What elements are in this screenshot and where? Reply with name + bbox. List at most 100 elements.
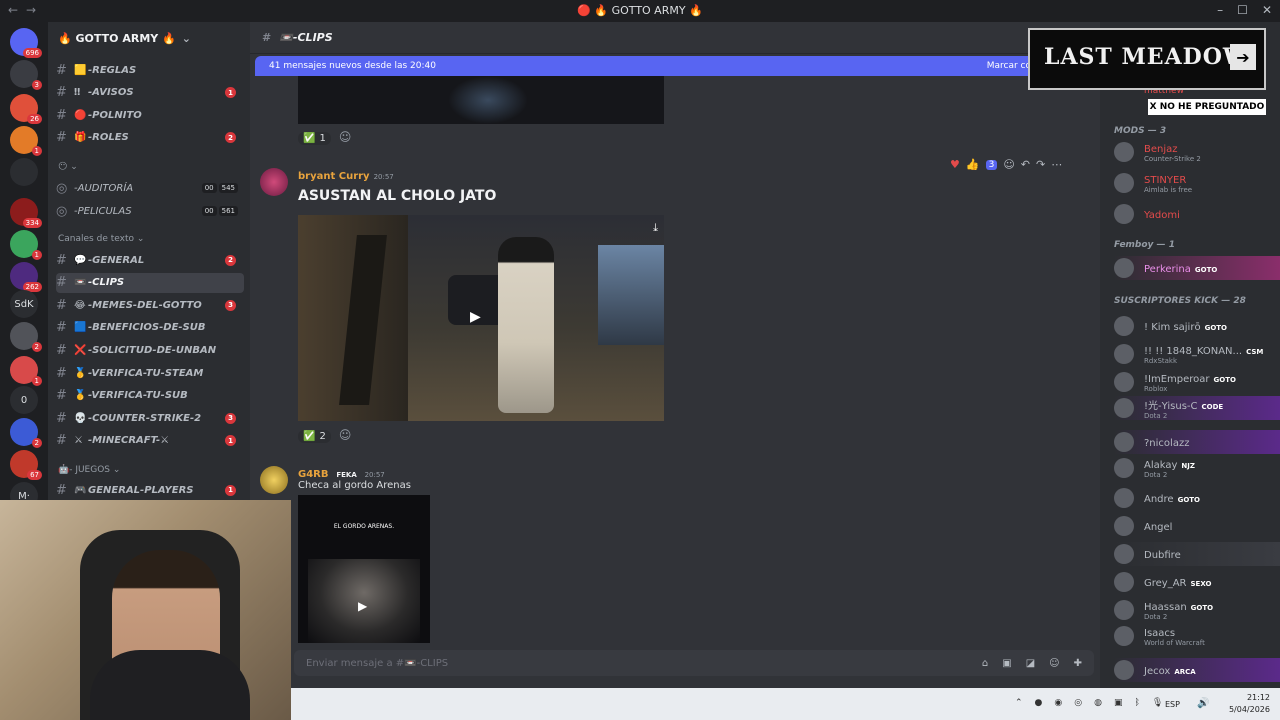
category-header[interactable]: Canales de texto ⌄: [58, 234, 144, 244]
voice-channel[interactable]: ◎ -AUDITORÍA 00 545: [56, 178, 244, 198]
member-item[interactable]: Alakay NJZ Dota 2: [1114, 456, 1280, 480]
member-item[interactable]: Jecox ARCA: [1114, 658, 1280, 682]
server-icon[interactable]: 1: [10, 356, 42, 386]
minimize-icon[interactable]: –: [1217, 3, 1223, 17]
avatar[interactable]: [260, 466, 288, 494]
reply-icon[interactable]: ↶: [1021, 158, 1030, 171]
emoji-icon[interactable]: ☺: [1049, 658, 1059, 669]
close-icon[interactable]: ✕: [1262, 3, 1272, 17]
member-item[interactable]: Grey_AR SEXO: [1114, 570, 1280, 594]
member-item[interactable]: Isaacs World of Warcraft: [1114, 624, 1280, 648]
tray-icon[interactable]: ◍: [1094, 698, 1102, 708]
sticker-icon[interactable]: ◪: [1026, 658, 1035, 669]
server-icon[interactable]: 67: [10, 450, 42, 480]
mark-read-button[interactable]: Marcar co: [987, 61, 1031, 71]
server-icon[interactable]: 2: [10, 322, 42, 352]
microphone-icon[interactable]: 🎙: [1152, 698, 1163, 708]
server-icon[interactable]: 696: [10, 28, 42, 58]
language-indicator[interactable]: ESP: [1165, 700, 1180, 709]
server-icon[interactable]: SdK: [10, 290, 38, 318]
member-name: Grey_AR: [1144, 578, 1187, 589]
chevron-up-icon[interactable]: ⌃: [1015, 698, 1023, 708]
server-icon[interactable]: 2: [10, 418, 42, 448]
message-input[interactable]: Enviar mensaje a #📼-CLIPS: [306, 658, 448, 669]
member-item[interactable]: STINYER Aimlab is free: [1114, 171, 1280, 195]
member-item[interactable]: !! !! 1848_KONAN... CSM RdxStakk: [1114, 342, 1280, 366]
category-header[interactable]: 😶 ⌄: [58, 162, 78, 172]
add-reaction-icon[interactable]: ☺: [339, 428, 352, 442]
member-item[interactable]: Perkerina GOTO: [1114, 256, 1280, 280]
volume-icon[interactable]: 🔊: [1197, 698, 1209, 709]
channel-item[interactable]: # 🥇 -VERIFICA-TU-STEAM: [56, 363, 244, 383]
maximize-icon[interactable]: ☐: [1237, 3, 1248, 17]
hash-icon: #: [56, 482, 67, 498]
member-item[interactable]: ?nicolazz: [1114, 430, 1280, 454]
reaction[interactable]: ✅ 2 ☺: [298, 428, 351, 443]
steam-icon[interactable]: ◎: [1074, 698, 1082, 708]
member-item[interactable]: Angel: [1114, 514, 1280, 538]
server-icon[interactable]: 0: [10, 386, 38, 414]
gift-icon[interactable]: ⌂: [982, 658, 988, 669]
add-reaction-icon[interactable]: ☺: [1003, 158, 1014, 171]
video-thumbnail[interactable]: [298, 76, 664, 124]
member-item[interactable]: Benjaz Counter-Strike 2: [1114, 140, 1280, 164]
window-controls[interactable]: – ☐ ✕: [1217, 3, 1272, 17]
play-icon[interactable]: ▶: [358, 599, 367, 613]
username[interactable]: G4RB: [298, 469, 329, 480]
server-icon[interactable]: 26: [10, 94, 42, 124]
member-item[interactable]: ! Kim sajirō GOTO: [1114, 314, 1280, 338]
clock[interactable]: 21:12 5/04/2026: [1229, 692, 1270, 716]
member-item[interactable]: !光-Yisus-C CODE Dota 2: [1114, 396, 1280, 420]
tray-icon[interactable]: ◉: [1054, 698, 1062, 708]
apps-icon[interactable]: ✚: [1074, 658, 1082, 669]
member-item[interactable]: Andre GOTO: [1114, 486, 1280, 510]
add-reaction-icon[interactable]: ☺: [339, 130, 352, 144]
server-icon[interactable]: 262: [10, 262, 42, 292]
tray-icon[interactable]: ▣: [1114, 698, 1123, 708]
more-icon[interactable]: ⋯: [1051, 158, 1062, 171]
channel-item[interactable]: # 😂 -MEMES-DEL-GOTTO 3: [56, 295, 244, 315]
server-icon[interactable]: 1: [10, 126, 42, 156]
channel-item[interactable]: # ⚔ -MINECRAFT-⚔ 1: [56, 431, 244, 451]
download-icon[interactable]: ⤓: [653, 221, 658, 235]
bluetooth-icon[interactable]: ᛒ: [1135, 698, 1140, 708]
server-icon[interactable]: [10, 158, 38, 186]
server-icon[interactable]: 334: [10, 198, 42, 228]
member-item[interactable]: Yadomi: [1114, 202, 1280, 226]
tray-icon[interactable]: ●: [1035, 698, 1043, 708]
channel-item[interactable]: # 💬 -GENERAL 2: [56, 250, 244, 270]
channel-item[interactable]: # 📼 -CLIPS: [56, 272, 244, 293]
forward-icon[interactable]: ↷: [1036, 158, 1045, 171]
new-messages-bar[interactable]: 41 mensajes nuevos desde las 20:40 Marcar…: [255, 56, 1045, 76]
chevron-down-icon: ⌄: [181, 31, 191, 45]
reaction[interactable]: ✅ 1 ☺: [298, 130, 351, 145]
channel-item[interactable]: # ‼ -AVISOS 1: [56, 83, 244, 103]
channel-item[interactable]: # 🎮 GENERAL-PLAYERS 1: [56, 480, 244, 500]
server-icon[interactable]: 1: [10, 230, 42, 260]
avatar[interactable]: [260, 168, 288, 196]
category-header[interactable]: 🤖- JUEGOS ⌄: [58, 465, 120, 475]
thumbs-up-icon[interactable]: 👍: [966, 158, 980, 171]
channel-item[interactable]: # 🥇 -VERIFICA-TU-SUB: [56, 386, 244, 406]
server-icon[interactable]: 3: [10, 60, 42, 90]
play-icon[interactable]: ▶: [470, 309, 490, 329]
channel-item[interactable]: # 🟦 -BENEFICIOS-DE-SUB: [56, 318, 244, 338]
channel-item[interactable]: # ❌ -SOLICITUD-DE-UNBAN: [56, 340, 244, 360]
hover-reaction-count[interactable]: 3: [985, 159, 998, 170]
gif-icon[interactable]: ▣: [1002, 658, 1011, 669]
channel-item[interactable]: # 🔴 -POLNITO: [56, 105, 244, 125]
video-player[interactable]: EL GORDO ARENAS. ▶: [298, 495, 430, 643]
username[interactable]: bryant Curry: [298, 171, 370, 182]
channel-item[interactable]: # 🎁 -ROLES 2: [56, 128, 244, 148]
channel-item[interactable]: # 🟨 -REGLAS: [56, 60, 244, 80]
channel-name: -PELICULAS: [74, 205, 132, 217]
video-player[interactable]: ▶ ⤓: [298, 215, 664, 421]
voice-channel[interactable]: ◎ -PELICULAS 00 561: [56, 201, 244, 221]
server-name[interactable]: 🔥 GOTTO ARMY 🔥 ⌄: [48, 22, 250, 54]
member-item[interactable]: Dubfire: [1114, 542, 1280, 566]
channel-item[interactable]: # 💀 -COUNTER-STRIKE-2 3: [56, 408, 244, 428]
heart-icon[interactable]: ♥: [950, 158, 960, 171]
member-item[interactable]: !ImEmperoar GOTO Roblox: [1114, 370, 1280, 394]
member-item[interactable]: Haassan GOTO Dota 2: [1114, 598, 1280, 622]
message-composer[interactable]: Enviar mensaje a #📼-CLIPS ⌂ ▣ ◪ ☺ ✚: [294, 650, 1094, 676]
